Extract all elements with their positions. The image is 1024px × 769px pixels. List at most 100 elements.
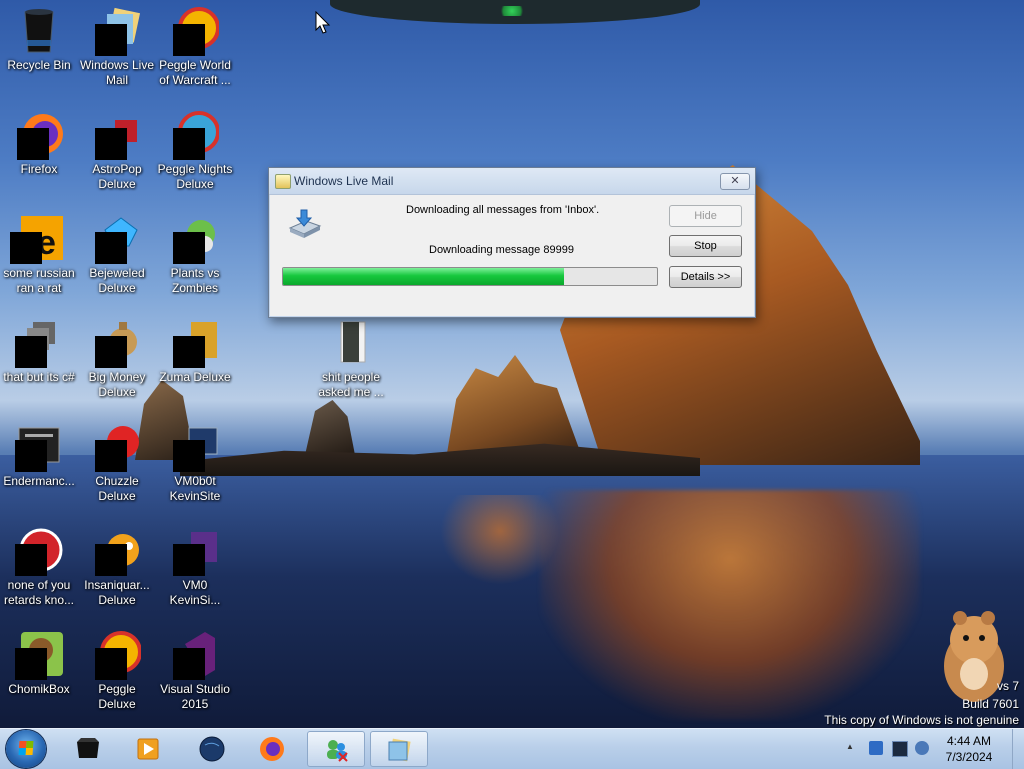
desktop-icon-insaniquarium[interactable]: Insaniquar... Deluxe	[78, 526, 156, 608]
redaction-box	[15, 440, 47, 472]
desktop-icon-chomikbox[interactable]: ChomikBox	[0, 630, 78, 697]
clock[interactable]: 4:44 AM 7/3/2024	[934, 733, 1004, 765]
wallpaper-reflection-small	[440, 495, 560, 585]
bluetooth-icon[interactable]	[869, 741, 883, 755]
taskbar[interactable]: ▲ 4:44 AM 7/3/2024	[0, 728, 1024, 769]
desktop-icon-vm0b0t[interactable]: VM0b0t KevinSite	[156, 422, 234, 504]
desktop-icon-astropop[interactable]: AstroPop Deluxe	[78, 110, 156, 192]
redaction-box	[173, 648, 205, 680]
download-folder-status: Downloading all messages from 'Inbox'.	[406, 204, 600, 216]
desktop-icon-none-of-you[interactable]: none of you retards kno...	[0, 526, 78, 608]
desktop-icon-plants-vs-zombies[interactable]: Plants vs Zombies	[156, 214, 234, 296]
desktop-icon-shit-people-asked[interactable]: shit people asked me ...	[312, 318, 390, 400]
desktop-icon-windows-live-mail[interactable]: Windows Live Mail	[78, 6, 156, 88]
desktop-icon-recycle-bin[interactable]: Recycle Bin	[0, 6, 78, 73]
windows-live-mail-icon	[93, 6, 141, 56]
system-tray: ▲ 4:44 AM 7/3/2024	[845, 729, 1024, 769]
show-hidden-icons-button[interactable]: ▲	[846, 742, 854, 751]
download-message-status: Downloading message 89999	[429, 244, 574, 256]
money-bag-icon	[93, 318, 141, 368]
desktop-icon-zuma-deluxe[interactable]: Zuma Deluxe	[156, 318, 234, 385]
redaction-box	[95, 648, 127, 680]
taskbar-item-windows-live-mail[interactable]	[370, 731, 428, 767]
desktop-icon-vm0-kevinsite[interactable]: VM0 KevinSi...	[156, 526, 234, 608]
desktop-icon-some-russian[interactable]: e some russian ran a rat	[0, 214, 78, 296]
peggle-world-of-warcraft-icon	[171, 6, 220, 56]
download-mail-icon	[288, 209, 322, 238]
vm-shortcut-icon	[171, 526, 219, 576]
wallpaper-reflection	[540, 490, 920, 720]
recycle-bin-icon	[15, 6, 63, 54]
mouse-cursor-icon	[315, 11, 331, 34]
media-center-icon	[77, 738, 99, 758]
redaction-box	[173, 336, 205, 368]
windows-live-mail-icon	[388, 738, 411, 762]
desktop-icon-visual-studio[interactable]: Visual Studio 2015	[156, 630, 234, 712]
messenger-icon	[327, 740, 348, 762]
windows-logo-icon	[18, 741, 34, 755]
redaction-box	[173, 24, 205, 56]
firefox-icon	[260, 737, 284, 761]
start-button[interactable]	[6, 730, 46, 768]
stop-button[interactable]: Stop	[669, 235, 742, 257]
console-icon	[15, 422, 63, 472]
desktop-icon-peggle-deluxe[interactable]: Peggle Deluxe	[78, 630, 156, 712]
desktop-icon-big-money[interactable]: Big Money Deluxe	[78, 318, 156, 400]
redaction-box	[95, 336, 127, 368]
details-button[interactable]: Details >>	[669, 266, 742, 288]
dialog-title-bar[interactable]: Windows Live Mail ✕	[269, 168, 755, 195]
insaniquarium-fish-icon	[93, 526, 141, 576]
chuzzle-icon	[93, 422, 141, 472]
windows-version-text: vs 7	[996, 679, 1019, 693]
rat-icon: e	[10, 214, 65, 264]
desktop-icon-endermanc[interactable]: Endermanc...	[0, 422, 78, 489]
show-desktop-button[interactable]	[1012, 729, 1024, 769]
taskbar-item-globe[interactable]	[184, 731, 242, 767]
redaction-box	[95, 232, 127, 264]
redaction-box	[173, 544, 205, 576]
desktop-icon-bejeweled[interactable]: Bejeweled Deluxe	[78, 214, 156, 296]
desktop-icon-chuzzle[interactable]: Chuzzle Deluxe	[78, 422, 156, 504]
redaction-box	[10, 232, 42, 264]
media-player-icon	[137, 738, 159, 760]
desktop-icon-firefox[interactable]: Firefox	[0, 110, 78, 177]
download-progress-bar	[282, 267, 658, 286]
visual-studio-icon	[171, 630, 219, 680]
globe-icon	[199, 736, 225, 762]
download-progress-fill	[283, 268, 564, 285]
redaction-box	[15, 336, 47, 368]
bejeweled-gem-icon	[93, 214, 141, 264]
vm-icon	[171, 422, 219, 472]
desktop-icon-that-but-its-c[interactable]: that but its c#	[0, 318, 78, 385]
redaction-box	[95, 128, 127, 160]
clock-time: 4:44 AM	[946, 734, 992, 748]
wallpaper-rock-small	[305, 400, 355, 455]
zuma-icon	[171, 318, 219, 368]
taskbar-item-messenger[interactable]	[307, 731, 365, 767]
close-button[interactable]: ✕	[720, 173, 750, 190]
peggle-nights-icon	[171, 110, 220, 160]
redaction-box	[15, 544, 47, 576]
redaction-box	[15, 648, 47, 680]
volume-icon[interactable]	[915, 741, 929, 755]
redaction-box	[173, 128, 205, 160]
red-circle-icon	[15, 526, 63, 576]
taskbar-item-media-center[interactable]	[60, 731, 118, 767]
windows-build-text: Build 7601	[962, 697, 1019, 711]
desktop[interactable]: Recycle Bin Firefox e some russian ran a…	[0, 0, 1024, 728]
redaction-box	[95, 544, 127, 576]
hide-button[interactable]: Hide	[669, 205, 742, 227]
taskbar-item-media-player[interactable]	[120, 731, 178, 767]
windows-live-mail-icon	[275, 174, 291, 189]
redaction-box	[95, 440, 127, 472]
desktop-icon-peggle-nights[interactable]: Peggle Nights Deluxe	[156, 110, 234, 192]
windows-live-mail-dialog[interactable]: Windows Live Mail ✕ Downloading all mess…	[268, 167, 756, 318]
plants-vs-zombies-icon	[171, 214, 219, 264]
clock-date: 7/3/2024	[945, 750, 993, 764]
network-icon[interactable]	[892, 741, 908, 757]
desktop-icon-peggle-wow[interactable]: Peggle World of Warcraft ...	[156, 6, 234, 88]
redaction-box	[95, 24, 127, 56]
taskbar-item-firefox[interactable]	[244, 731, 302, 767]
dialog-title: Windows Live Mail	[294, 174, 394, 188]
folder-icon	[327, 318, 375, 366]
